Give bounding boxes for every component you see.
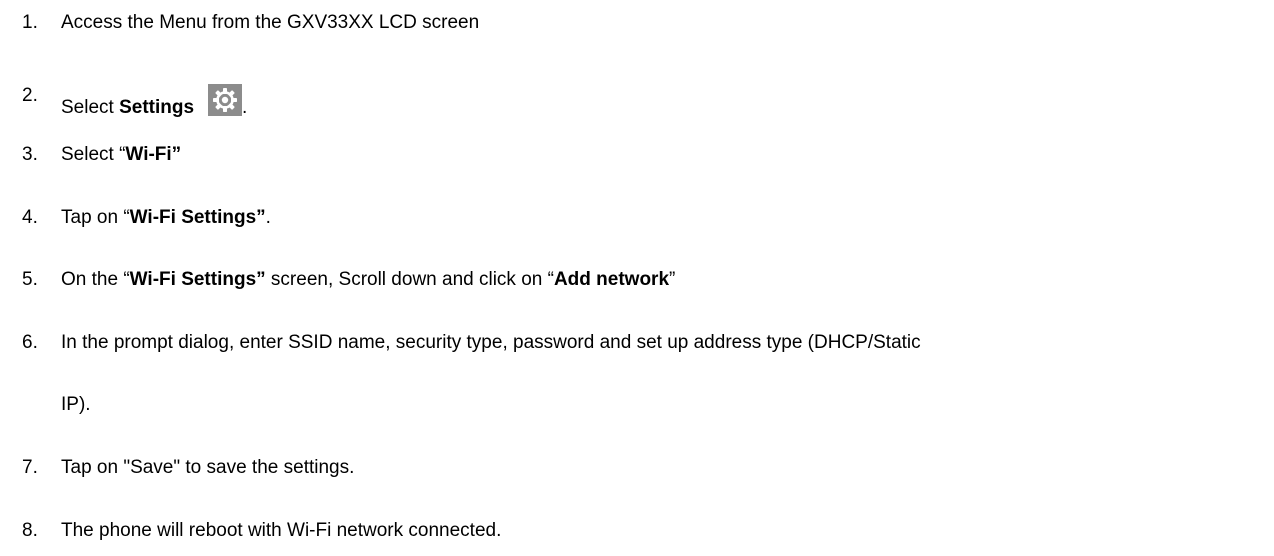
step-text: IP). <box>61 394 91 415</box>
step-text-part: Select “ <box>61 144 126 165</box>
step-number: 3. <box>22 144 38 165</box>
gear-icon <box>208 84 243 116</box>
step-text: Tap on “Wi-Fi Settings”. <box>61 206 271 230</box>
settings-label: Settings <box>119 97 195 118</box>
wifi-settings-label: Wi-Fi Settings” <box>129 207 266 228</box>
add-network-label: Add network <box>553 269 670 290</box>
step-text-part: On the “ <box>61 269 130 290</box>
step-text: The phone will reboot with Wi-Fi network… <box>61 520 502 541</box>
step-text: On the “Wi-Fi Settings” screen, Scroll d… <box>61 268 675 292</box>
step-number: 4. <box>22 207 38 228</box>
wifi-label: Wi-Fi” <box>125 144 182 165</box>
step-text: Tap on "Save" to save the settings. <box>61 457 355 478</box>
step-text-part: . <box>265 207 271 228</box>
step-number: 7. <box>22 457 38 478</box>
step-text-part: Select <box>61 97 120 118</box>
instruction-steps: 1. Access the Menu from the GXV33XX LCD … <box>0 0 1274 556</box>
step-number: 5. <box>22 269 38 290</box>
step-text: Access the Menu from the GXV33XX LCD scr… <box>61 12 480 33</box>
step-text-part: screen, Scroll down and click on “ <box>265 269 554 290</box>
step-text: Select Settings . <box>61 84 247 120</box>
step-text-part: . <box>242 97 248 118</box>
step-text: In the prompt dialog, enter SSID name, s… <box>61 332 921 353</box>
step-number: 1. <box>22 12 38 33</box>
step-text-part: Tap on “ <box>61 207 130 228</box>
step-number: 8. <box>22 520 38 541</box>
step-number: 6. <box>22 332 38 353</box>
step-number: 2. <box>22 85 38 106</box>
step-text-part: ” <box>669 269 676 290</box>
step-text: Select “Wi-Fi” <box>61 143 181 167</box>
wifi-settings-label: Wi-Fi Settings” <box>129 269 266 290</box>
